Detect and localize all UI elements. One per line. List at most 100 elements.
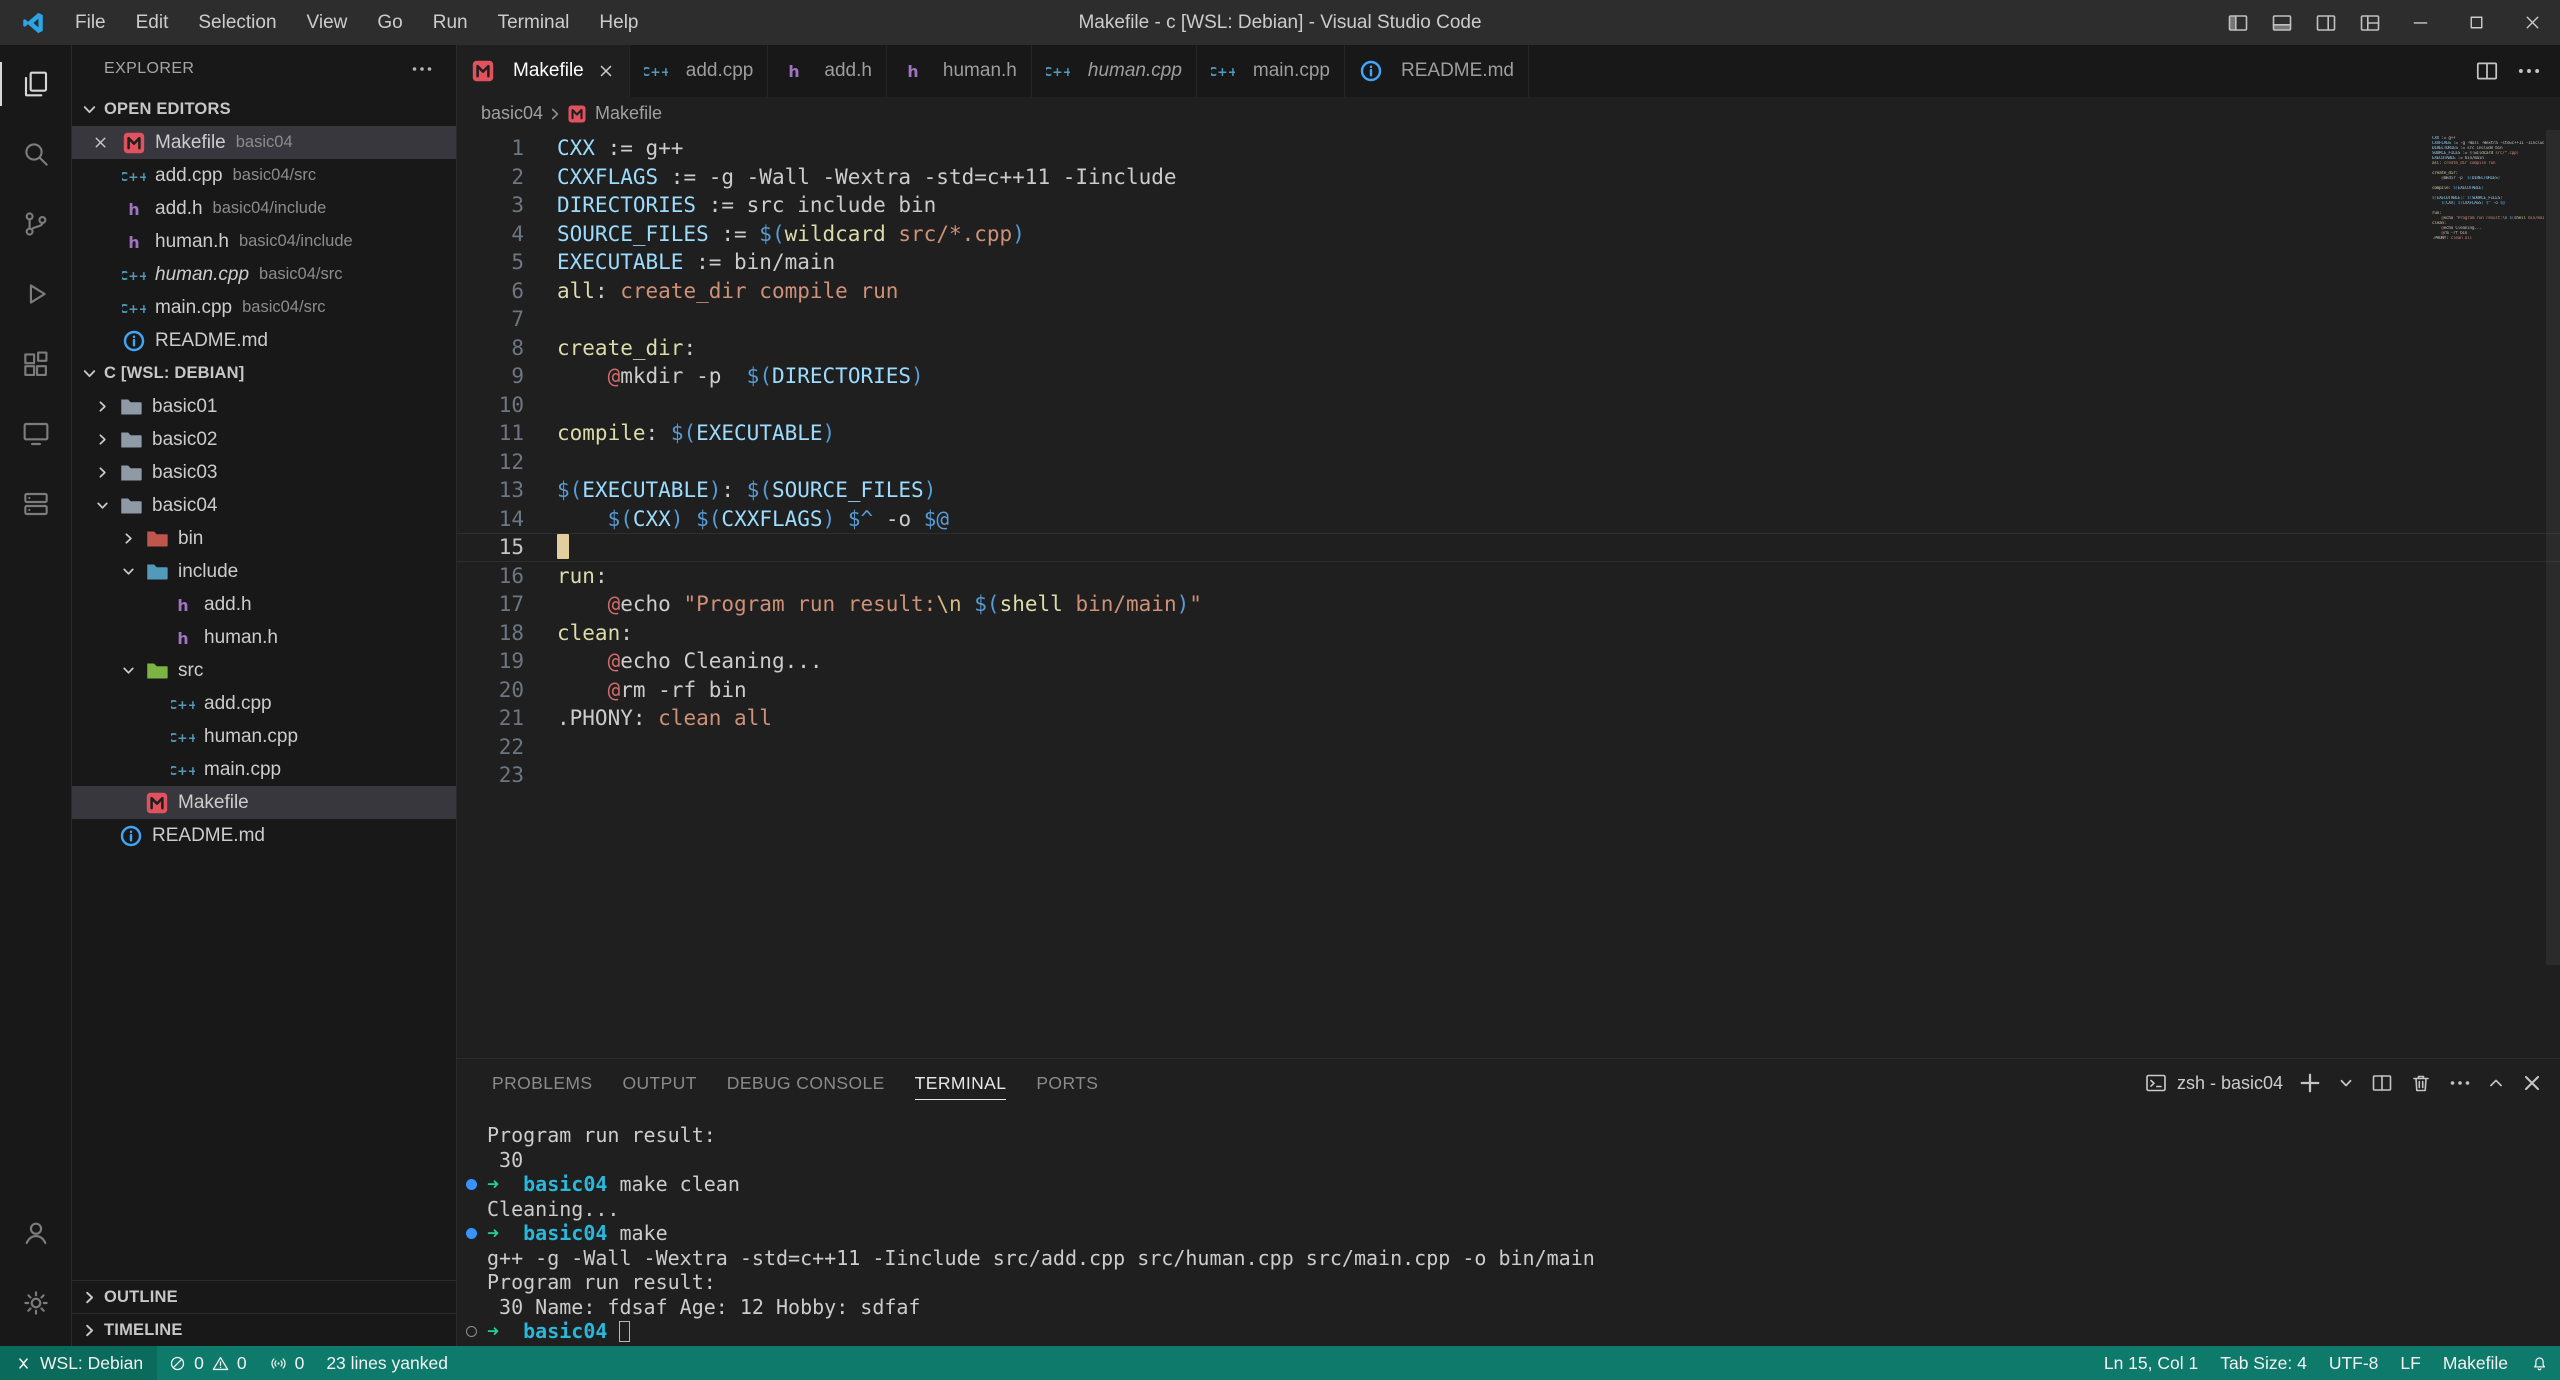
tree-item-add.h[interactable]: hadd.h [72,588,456,621]
encoding[interactable]: UTF-8 [2318,1346,2390,1380]
eol-sequence[interactable]: LF [2389,1346,2431,1380]
code-line-19[interactable]: 19 @echo Cleaning... [457,647,2560,676]
code-line-21[interactable]: 21.PHONY: clean all [457,704,2560,733]
tree-item-main.cpp[interactable]: C++main.cpp [72,753,456,786]
breadcrumb-item-basic04[interactable]: basic04 [481,103,543,124]
indentation[interactable]: Tab Size: 4 [2209,1346,2318,1380]
code-line-22[interactable]: 22 [457,733,2560,762]
tree-item-bin[interactable]: bin [72,522,456,555]
open-editor-human.cpp[interactable]: C++human.cppbasic04/src [72,258,456,291]
code-line-9[interactable]: 9 @mkdir -p $(DIRECTORIES) [457,362,2560,391]
terminal-output[interactable]: Program run result: 30➜ basic04 make cle… [457,1107,2560,1346]
activity-explorer[interactable] [0,49,71,119]
language-mode[interactable]: Makefile [2432,1346,2519,1380]
tab-add.h[interactable]: hadd.h [768,45,887,97]
code-line-4[interactable]: 4SOURCE_FILES := $(wildcard src/*.cpp) [457,220,2560,249]
menu-go[interactable]: Go [362,0,417,45]
open-editor-add.h[interactable]: hadd.hbasic04/include [72,192,456,225]
tree-item-basic03[interactable]: basic03 [72,456,456,489]
customize-layout-button[interactable] [2348,0,2392,45]
tree-item-src[interactable]: src [72,654,456,687]
code-line-5[interactable]: 5EXECUTABLE := bin/main [457,248,2560,277]
cursor-position[interactable]: Ln 15, Col 1 [2093,1346,2209,1380]
close-editor-icon[interactable] [92,134,109,151]
tab-main.cpp[interactable]: C++main.cpp [1197,45,1345,97]
menu-selection[interactable]: Selection [183,0,291,45]
panel-tab-problems[interactable]: PROBLEMS [479,1059,605,1107]
workspace-header[interactable]: C [WSL: DEBIAN] [72,357,456,390]
kill-terminal-icon[interactable] [2409,1071,2433,1095]
tree-item-basic04[interactable]: basic04 [72,489,456,522]
tree-item-human.h[interactable]: hhuman.h [72,621,456,654]
new-terminal-icon[interactable] [2298,1071,2322,1095]
tab-add.cpp[interactable]: C++add.cpp [630,45,769,97]
panel-tab-terminal[interactable]: TERMINAL [902,1059,1020,1107]
editor-scrollbar[interactable] [2546,130,2560,965]
open-editor-add.cpp[interactable]: C++add.cppbasic04/src [72,159,456,192]
tab-human.cpp[interactable]: C++human.cpp [1032,45,1197,97]
panel-more-actions-icon[interactable] [2448,1071,2472,1095]
toggle-primary-sidebar-button[interactable] [2216,0,2260,45]
remote-indicator[interactable]: WSL: Debian [0,1346,157,1380]
maximize-panel-icon[interactable] [2487,1074,2505,1092]
outline-header[interactable]: OUTLINE [72,1280,456,1313]
minimize-button[interactable] [2392,0,2448,45]
split-terminal-icon[interactable] [2370,1071,2394,1095]
code-line-3[interactable]: 3DIRECTORIES := src include bin [457,191,2560,220]
explorer-more-actions-icon[interactable] [410,57,434,81]
command-decoration-icon[interactable] [466,1326,477,1337]
tree-item-Makefile[interactable]: Makefile [72,786,456,819]
activity-search[interactable] [0,119,71,189]
code-line-16[interactable]: 16run: [457,562,2560,591]
open-editors-header[interactable]: OPEN EDITORS [72,93,456,126]
code-line-10[interactable]: 10 [457,391,2560,420]
open-editor-human.h[interactable]: hhuman.hbasic04/include [72,225,456,258]
tree-item-include[interactable]: include [72,555,456,588]
tab-human.h[interactable]: hhuman.h [887,45,1032,97]
tree-item-human.cpp[interactable]: C++human.cpp [72,720,456,753]
command-decoration-icon[interactable] [466,1179,477,1190]
tree-item-basic02[interactable]: basic02 [72,423,456,456]
menu-file[interactable]: File [60,0,121,45]
menu-edit[interactable]: Edit [121,0,184,45]
code-line-20[interactable]: 20 @rm -rf bin [457,676,2560,705]
menu-terminal[interactable]: Terminal [483,0,585,45]
toggle-secondary-sidebar-button[interactable] [2304,0,2348,45]
tree-item-basic01[interactable]: basic01 [72,390,456,423]
problems-status[interactable]: 0 0 [157,1346,257,1380]
menu-help[interactable]: Help [584,0,653,45]
code-line-13[interactable]: 13$(EXECUTABLE): $(SOURCE_FILES) [457,476,2560,505]
code-line-1[interactable]: 1CXX := g++ [457,134,2560,163]
tab-README.md[interactable]: README.md [1345,45,1529,97]
open-editor-README.md[interactable]: README.md [72,324,456,357]
close-panel-icon[interactable] [2520,1071,2544,1095]
code-line-23[interactable]: 23 [457,761,2560,790]
activity-extensions[interactable] [0,329,71,399]
activity-remote-targets[interactable] [0,469,71,539]
menu-run[interactable]: Run [418,0,483,45]
close-window-button[interactable] [2504,0,2560,45]
code-line-7[interactable]: 7 [457,305,2560,334]
code-line-15[interactable]: 15 [457,533,2560,562]
tree-item-add.cpp[interactable]: C++add.cpp [72,687,456,720]
timeline-header[interactable]: TIMELINE [72,1313,456,1346]
activity-run-debug[interactable] [0,259,71,329]
code-line-18[interactable]: 18clean: [457,619,2560,648]
code-line-12[interactable]: 12 [457,448,2560,477]
activity-source-control[interactable] [0,189,71,259]
open-editor-Makefile[interactable]: Makefilebasic04 [72,126,456,159]
terminal-profile-dropdown-icon[interactable] [2337,1074,2355,1092]
tab-Makefile[interactable]: Makefile [457,45,630,97]
code-line-8[interactable]: 8create_dir: [457,334,2560,363]
code-editor[interactable]: 1CXX := g++2CXXFLAGS := -g -Wall -Wextra… [457,130,2560,1058]
code-line-14[interactable]: 14 $(CXX) $(CXXFLAGS) $^ -o $@ [457,505,2560,534]
open-editor-main.cpp[interactable]: C++main.cppbasic04/src [72,291,456,324]
notifications[interactable] [2519,1346,2560,1380]
activity-settings[interactable] [0,1268,71,1338]
minimap[interactable]: CXX := g++CXXFLAGS := -g -Wall -Wextra -… [2432,136,2544,251]
toggle-panel-button[interactable] [2260,0,2304,45]
code-line-17[interactable]: 17 @echo "Program run result:\n $(shell … [457,590,2560,619]
panel-tab-output[interactable]: OUTPUT [609,1059,709,1107]
panel-tab-debug-console[interactable]: DEBUG CONSOLE [714,1059,898,1107]
activity-remote-explorer[interactable] [0,399,71,469]
